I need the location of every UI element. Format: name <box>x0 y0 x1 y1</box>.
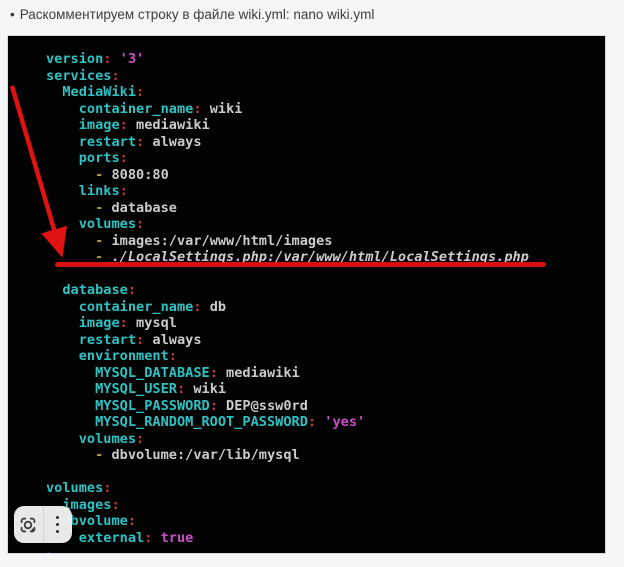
image-tools-overlay <box>14 506 72 543</box>
code-line: environment: <box>46 348 529 365</box>
code-line: MediaWiki: <box>46 84 529 101</box>
code-line: - dbvolume:/var/lib/mysql <box>46 447 529 464</box>
more-options-button[interactable] <box>43 506 73 543</box>
code-line: MYSQL_PASSWORD: DEP@ssw0rd <box>46 398 529 415</box>
code-line: restart: always <box>46 134 529 151</box>
code-line: - ./LocalSettings.php:/var/www/html/Loca… <box>46 249 529 266</box>
code-line: image: mysql <box>46 315 529 332</box>
code-line: - 8080:80 <box>46 167 529 184</box>
code-line: images: <box>46 497 529 514</box>
code-line: version: '3' <box>46 51 529 68</box>
code-line: ports: <box>46 150 529 167</box>
code-line: - images:/var/www/html/images <box>46 233 529 250</box>
code-line: volumes: <box>46 216 529 233</box>
code-line <box>46 266 529 283</box>
page: { "page": { "background": "#f5f6f8" }, "… <box>0 0 624 567</box>
code-line: - database <box>46 200 529 217</box>
instruction-text: Раскомментируем строку в файле wiki.yml:… <box>20 7 375 22</box>
lens-search-icon <box>17 514 39 536</box>
code-line: MYSQL_DATABASE: mediawiki <box>46 365 529 382</box>
bullet: • <box>10 7 15 22</box>
code-line: image: mediawiki <box>46 117 529 134</box>
code-line: container_name: db <box>46 299 529 316</box>
code-line: dbvolume: <box>46 513 529 530</box>
instruction-line: • Раскомментируем строку в файле wiki.yml… <box>10 7 374 22</box>
code-line: external: true <box>46 530 529 547</box>
code-line: restart: always <box>46 332 529 349</box>
code-line: services: <box>46 68 529 85</box>
code-line: MYSQL_USER: wiki <box>46 381 529 398</box>
kebab-menu-icon <box>56 516 59 533</box>
code-line: container_name: wiki <box>46 101 529 118</box>
terminal-screenshot: version: '3'services: MediaWiki: contain… <box>8 36 605 553</box>
code-line: links: <box>46 183 529 200</box>
code-line: volumes: <box>46 480 529 497</box>
lens-search-button[interactable] <box>14 506 43 543</box>
code-line: volumes: <box>46 431 529 448</box>
code-line <box>46 464 529 481</box>
code-line: ~ <box>46 546 529 553</box>
yaml-code: version: '3'services: MediaWiki: contain… <box>8 36 529 553</box>
code-line: MYSQL_RANDOM_ROOT_PASSWORD: 'yes' <box>46 414 529 431</box>
code-line: database: <box>46 282 529 299</box>
